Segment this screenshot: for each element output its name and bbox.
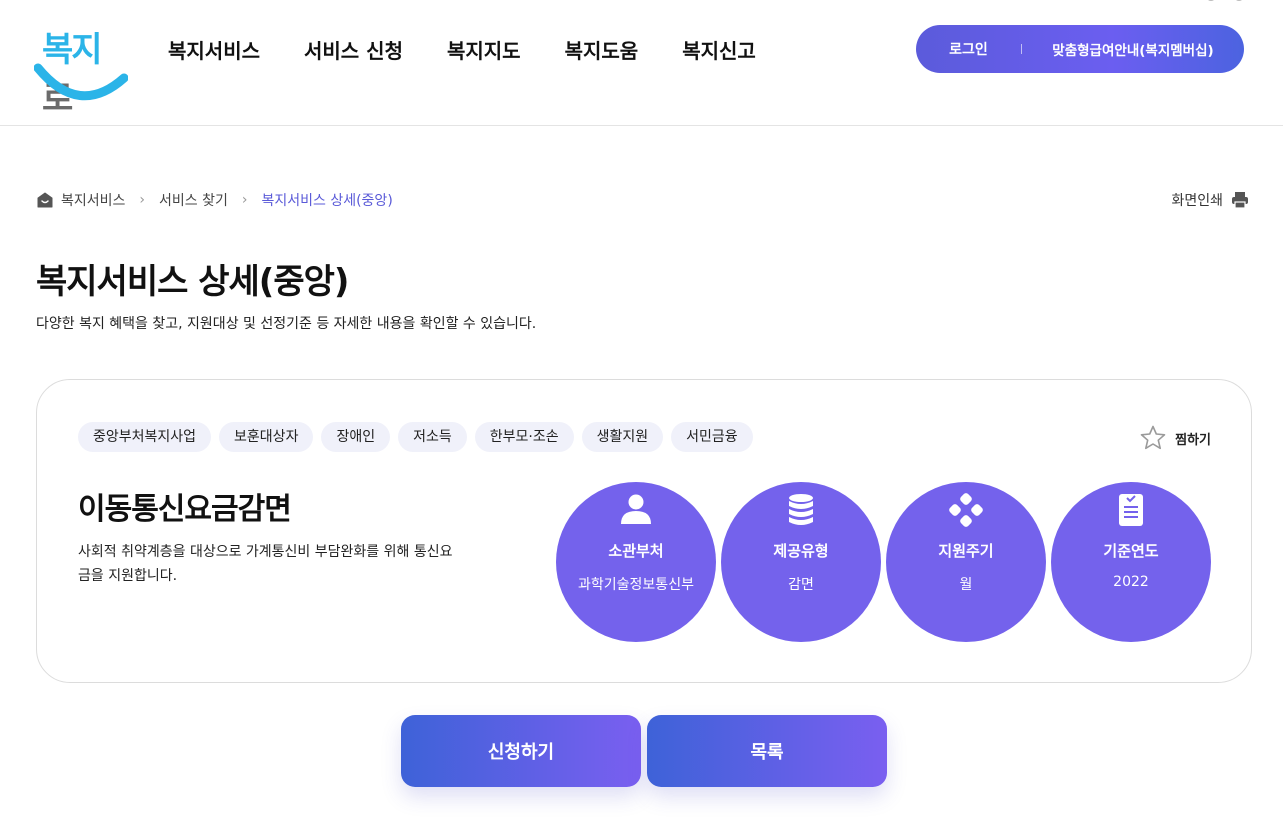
printer-icon <box>1232 192 1248 209</box>
service-detail-card: 중앙부처복지사업 보훈대상자 장애인 저소득 한부모·조손 생활지원 서민금융 … <box>36 379 1252 683</box>
info-value: 월 <box>959 577 973 593</box>
action-buttons: 신청하기 목록 <box>401 715 887 787</box>
nav-welfare-map[interactable]: 복지지도 <box>447 36 521 66</box>
tag-item: 중앙부처복지사업 <box>78 422 212 452</box>
nav-welfare-report[interactable]: 복지신고 <box>682 36 756 66</box>
info-value: 과학기술정보통신부 <box>578 577 694 593</box>
nav-service-apply[interactable]: 서비스 신청 <box>304 36 403 66</box>
info-circle-support-cycle: 지원주기 월 <box>886 482 1046 642</box>
service-description: 사회적 취약계층을 대상으로 가계통신비 부담완화를 위해 통신요금을 지원합니… <box>78 544 453 584</box>
nav-welfare-service[interactable]: 복지서비스 <box>168 36 260 66</box>
nav-welfare-help[interactable]: 복지도움 <box>565 36 639 66</box>
site-logo[interactable]: 복지로 <box>34 20 128 119</box>
login-button[interactable]: 로그인 <box>916 39 1021 59</box>
tag-item: 생활지원 <box>581 422 664 452</box>
info-label: 지원주기 <box>938 542 994 560</box>
partial-icon <box>1208 0 1242 1</box>
info-circle-department: 소관부처 과학기술정보통신부 <box>556 482 716 642</box>
tag-item: 한부모·조손 <box>474 422 574 452</box>
chevron-right-icon: › <box>241 192 248 208</box>
person-icon <box>621 494 651 524</box>
apply-button[interactable]: 신청하기 <box>401 715 641 787</box>
info-circle-base-year: 기준연도 2022 <box>1051 482 1211 642</box>
util-bar: 로그인 맞춤형급여안내(복지멤버십) <box>916 25 1244 73</box>
site-header: 복지로 복지서비스 서비스 신청 복지지도 복지도움 복지신고 로그인 맞춤형급… <box>0 0 1283 126</box>
breadcrumb: 복지서비스 › 서비스 찾기 › 복지서비스 상세(중앙) <box>37 190 393 210</box>
star-icon <box>1140 425 1166 450</box>
tag-item: 저소득 <box>398 422 467 452</box>
info-label: 소관부처 <box>608 542 664 560</box>
list-button[interactable]: 목록 <box>647 715 887 787</box>
service-title: 이동통신요금감면 <box>78 492 292 527</box>
membership-link[interactable]: 맞춤형급여안내(복지멤버십) <box>1022 39 1244 59</box>
info-label: 제공유형 <box>773 542 829 560</box>
info-circle-provide-type: 제공유형 감면 <box>721 482 881 642</box>
page-title: 복지서비스 상세(중앙) <box>36 262 349 302</box>
logo-smile-icon <box>34 63 128 101</box>
database-icon <box>789 494 813 525</box>
chevron-right-icon: › <box>139 192 146 208</box>
print-label: 화면인쇄 <box>1171 193 1223 209</box>
bookmark-label: 찜하기 <box>1175 432 1211 448</box>
tag-list: 중앙부처복지사업 보훈대상자 장애인 저소득 한부모·조손 생활지원 서민금융 <box>78 422 753 452</box>
service-info-list: 소관부처 과학기술정보통신부 제공유형 감면 지원주기 월 기준연도 2022 <box>556 482 1211 642</box>
breadcrumb-item-current: 복지서비스 상세(중앙) <box>261 193 393 209</box>
tag-item: 보훈대상자 <box>219 422 314 452</box>
print-button[interactable]: 화면인쇄 <box>1171 190 1249 210</box>
main-nav: 복지서비스 서비스 신청 복지지도 복지도움 복지신고 <box>168 36 800 66</box>
home-icon[interactable] <box>37 192 53 208</box>
info-value: 감면 <box>788 577 814 593</box>
info-label: 기준연도 <box>1103 542 1159 560</box>
info-value: 2022 <box>1113 574 1149 590</box>
page-description: 다양한 복지 혜택을 찾고, 지원대상 및 선정기준 등 자세한 내용을 확인할… <box>36 316 537 332</box>
bookmark-button[interactable]: 찜하기 <box>1139 424 1211 452</box>
tag-item: 장애인 <box>321 422 391 452</box>
tag-item: 서민금융 <box>671 422 753 452</box>
breadcrumb-item-welfare-service[interactable]: 복지서비스 <box>61 190 125 210</box>
cycle-icon <box>949 493 983 527</box>
clipboard-icon <box>1119 494 1143 526</box>
breadcrumb-item-service-find[interactable]: 서비스 찾기 <box>159 190 228 210</box>
